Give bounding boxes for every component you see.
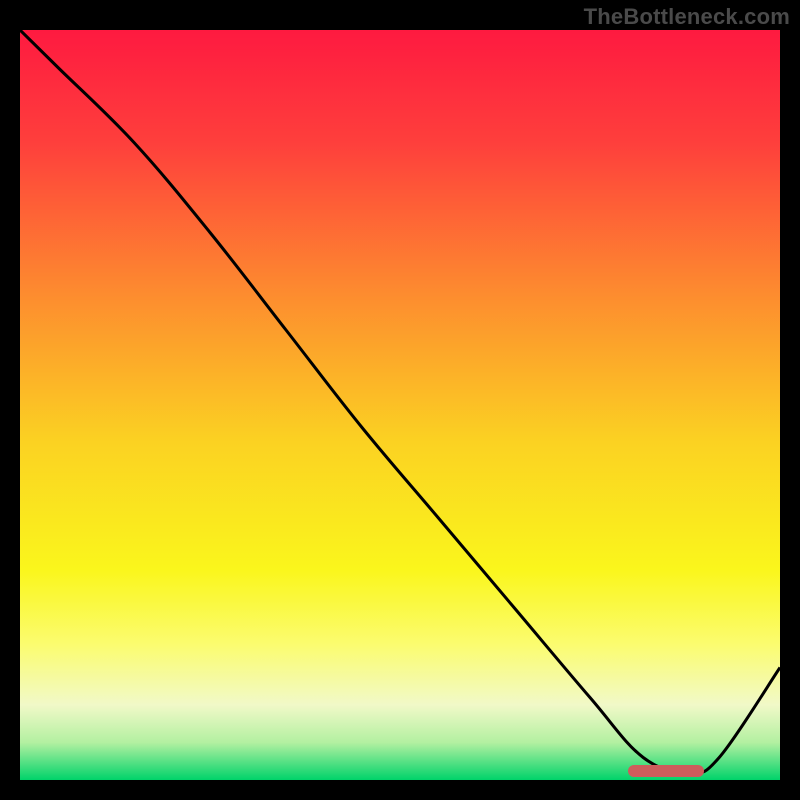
chart-svg xyxy=(20,30,780,780)
optimal-range-marker xyxy=(628,765,704,777)
watermark-text: TheBottleneck.com xyxy=(584,4,790,30)
plot-area xyxy=(20,30,780,780)
chart-container: TheBottleneck.com xyxy=(0,0,800,800)
